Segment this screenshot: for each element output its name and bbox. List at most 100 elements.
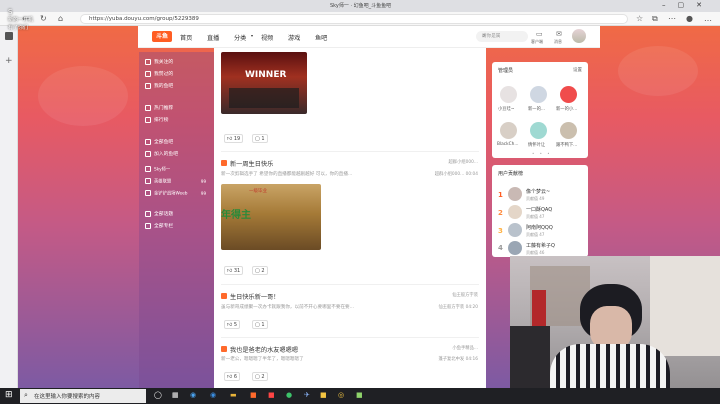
window-controls[interactable]: –▢✕ [662,1,714,9]
post-desc[interactable]: 虽与新哥成绩聚一次办卡就跟我你，以前不开心要哪里不要在要... [221,304,354,310]
post-title[interactable]: 新一周生日快乐 [230,159,273,168]
post-title[interactable]: 我也是爸老的水友嗯嗯嗯 [230,345,298,354]
sidebar-item-hot[interactable]: 热门推荐 [145,104,173,111]
douyu-logo[interactable]: 斗鱼 [152,31,172,42]
admin-name[interactable]: 小豆哇~ [498,106,515,112]
admin-avatar[interactable] [500,122,517,139]
post-author[interactable]: 超群小组000... [449,159,479,165]
nav-video[interactable]: 视频 [261,33,273,42]
url-text[interactable]: https://yuba.douyu.com/group/5229389 [89,16,199,22]
admin-avatar[interactable] [560,86,577,103]
app-icon[interactable]: ■ [250,391,257,399]
admin-avatar[interactable] [530,86,547,103]
sidebar-item-group[interactable]: 英雄联盟 [145,178,171,185]
collections-icon[interactable]: ⧉ [652,14,658,24]
comment-button[interactable]: ▢ 2 [252,372,268,381]
file-explorer-icon[interactable]: ▬ [230,391,237,399]
task-view-icon[interactable]: ◯ [154,391,162,399]
admin-settings-link[interactable]: 设置 [573,67,582,73]
sidebar-item-ranking[interactable]: 排行榜 [145,116,168,123]
client-icon[interactable]: ▭ [536,30,543,38]
wechat-icon[interactable]: ● [286,391,292,399]
tab-favicon-icon[interactable] [5,32,13,40]
chrome-icon[interactable]: ◎ [338,391,344,399]
windows-start-icon[interactable]: ⊞ [5,390,13,400]
pagination-dots[interactable]: • • • [532,151,552,156]
sidebar-item-joined[interactable]: 加入的鱼吧 [145,150,178,157]
post-author[interactable]: 仙王般方字装 [452,292,478,298]
sidebar-item-columns[interactable]: 全部专栏 [145,222,173,229]
rank-avatar[interactable] [508,187,522,201]
nav-live[interactable]: 直播 [207,33,219,42]
user-avatar[interactable] [572,29,586,43]
post-title[interactable]: 生日快乐新一哥！ [230,292,280,301]
rank-name[interactable]: 像个梦云~ [526,188,550,195]
sidebar-item-liked[interactable]: 我赞过的 [145,70,173,77]
post-author[interactable]: 小鱼手精品... [452,345,478,351]
profile-icon[interactable]: ● [686,14,693,23]
extensions-icon[interactable]: ⋯ [668,14,676,23]
app-icon[interactable]: ■ [320,391,327,399]
sidebar-item-group[interactable]: Sky师一 [145,166,170,173]
url-bar[interactable]: https://yuba.douyu.com/group/5229389 [80,14,628,24]
admin-avatar[interactable] [560,122,577,139]
admin-avatar[interactable] [530,122,547,139]
rank-avatar[interactable] [508,241,522,255]
message-icon[interactable]: ✉ [556,30,562,38]
new-tab-icon[interactable]: + [5,56,13,66]
rank-score: 贡献值 49 [526,196,545,201]
post-image[interactable]: WINNER [221,52,307,114]
nav-home[interactable]: 首页 [180,33,192,42]
like-count: 6 [233,374,238,380]
sidebar-item-following[interactable]: 我关注的 [145,58,173,65]
nav-game[interactable]: 游戏 [288,33,300,42]
search-icon[interactable]: ⌕ [482,32,524,40]
post-desc[interactable]: 新一次剪辑选手了 希望你的直播都能越剧越好 可以，你的直播... [221,171,352,177]
rank-name[interactable]: 工藤有希子Q [526,242,555,249]
post-image[interactable]: 一级毕业 年得主 [221,184,321,250]
thumbs-up-icon: 👍︎ [227,136,233,142]
admin-name[interactable]: 新一的... [528,106,545,112]
sidebar-item-my-yuba[interactable]: 我的鱼吧 [145,82,173,89]
app-icon[interactable]: ✈ [304,391,310,399]
edge-browser-icon[interactable]: ◉ [190,391,196,399]
post-desc[interactable]: 新一老公，嗯嗯嗯了半年了，嗯嗯嗯嗯了 [221,356,304,362]
yuba-sidebar: 我关注的 我赞过的 我的鱼吧 热门推荐 排行榜 全部鱼吧 加入的鱼吧 Sky师一… [139,52,214,388]
nav-yuba[interactable]: 鱼吧 [315,33,327,42]
like-button[interactable]: 👍︎ 31 [224,266,244,275]
rank-avatar[interactable] [508,223,522,237]
favorites-icon[interactable]: ☆ [636,14,643,23]
sidebar-item-topics[interactable]: 全部话题 [145,210,173,217]
post-last-reply: 超群小组000... 00:04 [434,172,478,177]
like-button[interactable]: 👍︎ 5 [224,320,241,329]
app-icon[interactable]: ■ [356,391,363,399]
rank-avatar[interactable] [508,205,522,219]
admin-name[interactable]: 新一的小... [556,106,577,112]
widgets-icon[interactable]: ▦ [172,391,179,399]
comment-button[interactable]: ▢ 2 [252,266,268,275]
admin-name[interactable]: BlackCh... [497,142,518,147]
comment-button[interactable]: ▢ 1 [252,134,268,143]
sidebar-item-all-yuba[interactable]: 全部鱼吧 [145,138,173,145]
home-icon[interactable]: ⌂ [58,14,63,23]
sidebar-item-group[interactable]: 金铲铲战场Weeb [145,190,188,197]
comment-button[interactable]: ▢ 1 [252,320,268,329]
search-input[interactable]: 请你是属 ⌕ [476,31,528,42]
admin-name[interactable]: 跟不鸭下... [556,142,577,148]
sidebar-count: 99 [200,179,206,184]
app-icon[interactable]: ■ [268,391,275,399]
refresh-icon[interactable]: ↻ [40,14,47,23]
taskbar-search-input[interactable]: ⌕ 在这里输入你要搜索的内容 [20,389,146,403]
post-image-subcaption: 一级毕业 [249,189,267,194]
like-button[interactable]: 👍︎ 6 [224,372,241,381]
edge-icon[interactable]: ◉ [210,391,216,399]
rank-name[interactable]: 阿南阿QQQ [526,224,553,231]
menu-icon[interactable]: … [704,14,712,23]
admin-avatar[interactable] [500,86,517,103]
rank-name[interactable]: 一口酥QAQ [526,206,552,213]
nav-category[interactable]: 分类 [234,33,246,42]
like-button[interactable]: 👍︎ 19 [224,134,244,143]
admin-name[interactable]: 情怀叶让 [528,142,545,148]
taskbar-search-placeholder: 在这里输入你要搜索的内容 [34,394,101,400]
browser-tab-title[interactable]: Sky师一 · 幻鱼吧_斗鱼鱼吧 [330,2,391,9]
